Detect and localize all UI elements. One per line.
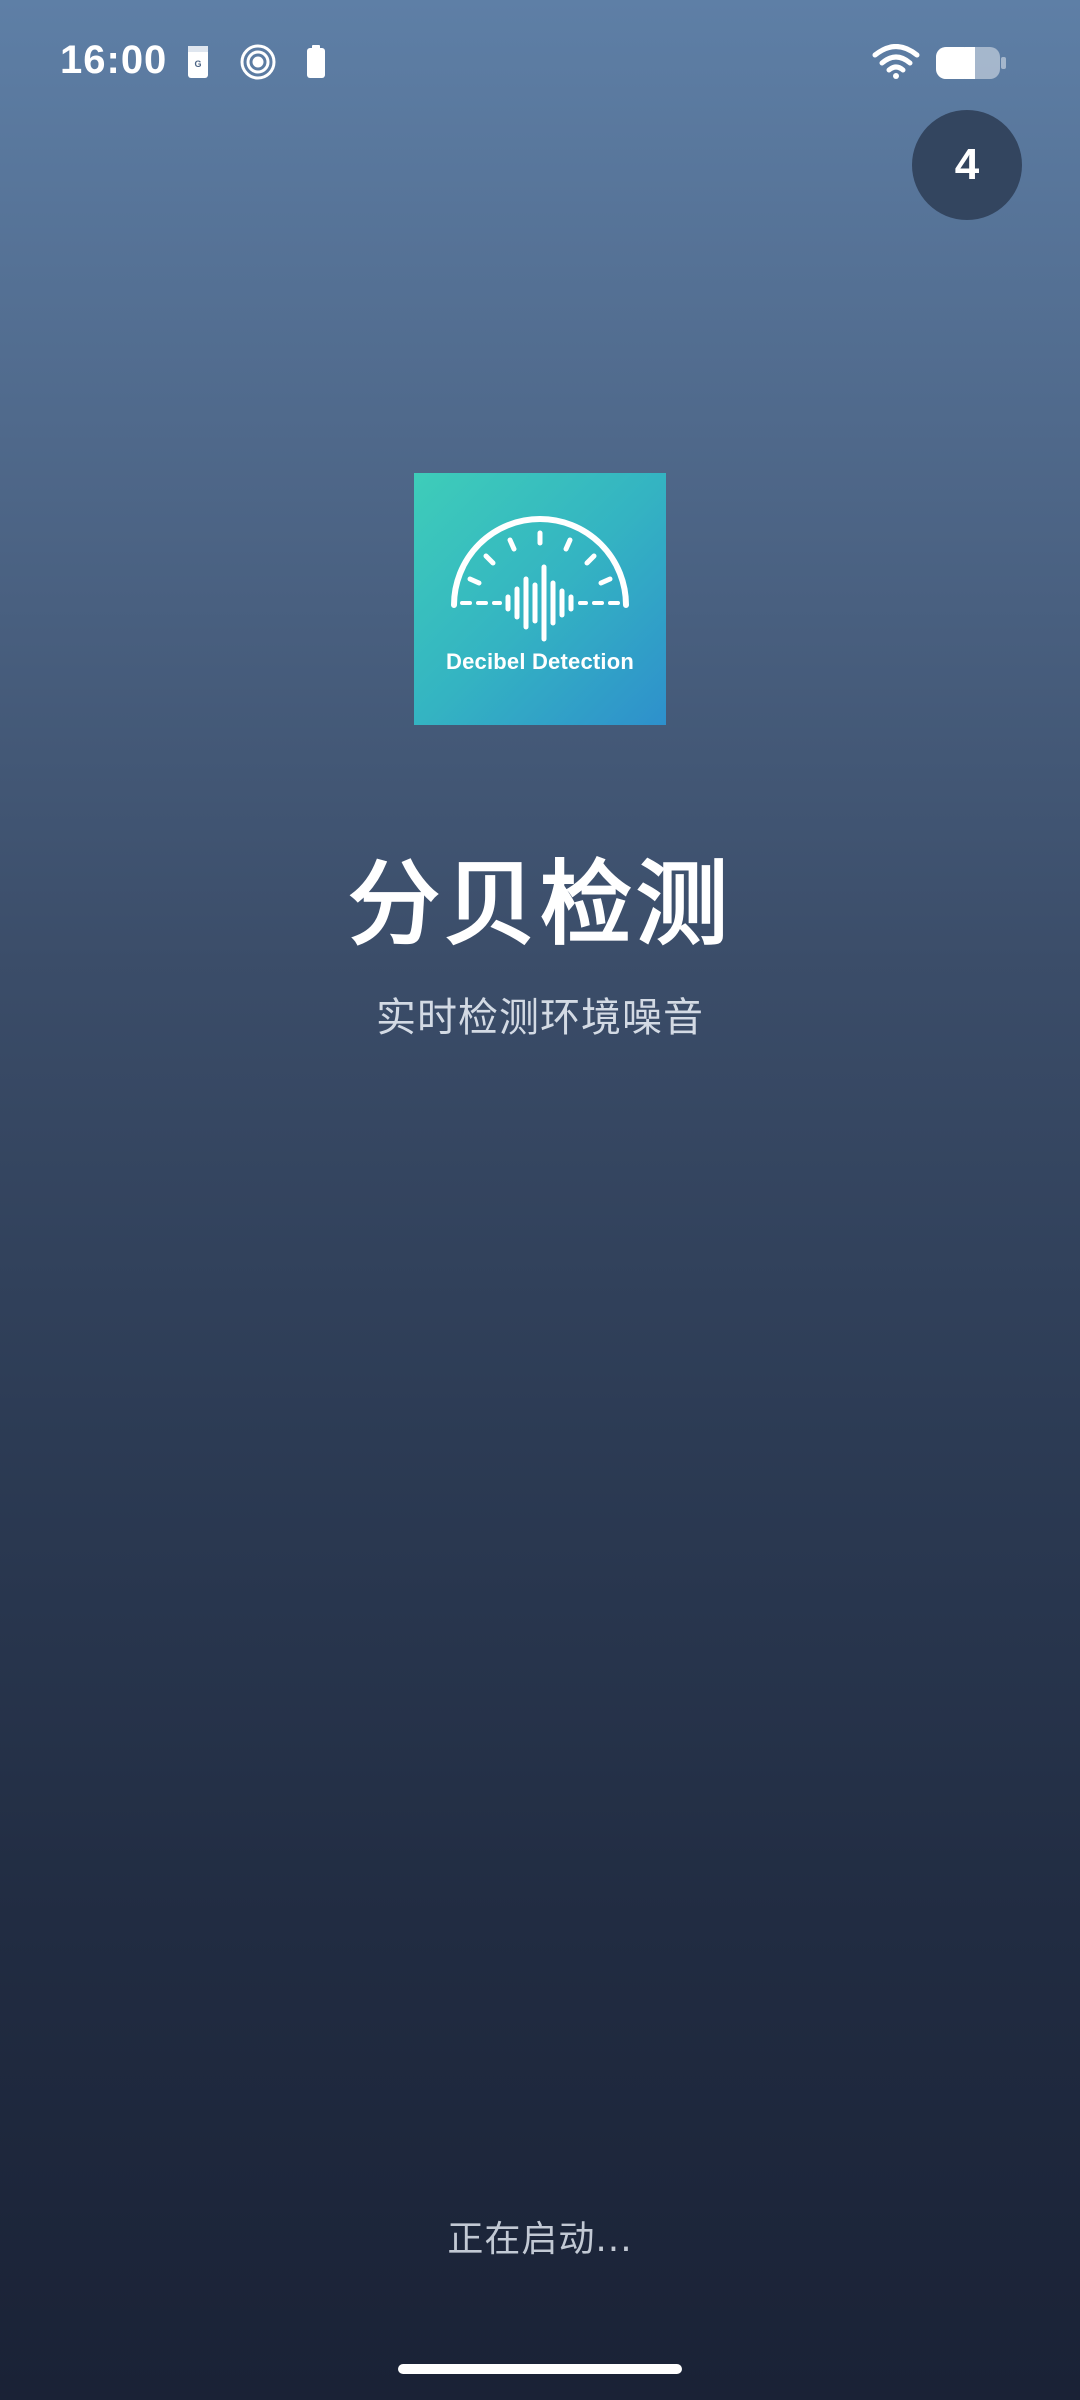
- gauge-sound-wave-icon: [451, 516, 629, 642]
- battery-small-icon: [305, 44, 327, 84]
- countdown-skip-button[interactable]: 4: [912, 110, 1022, 220]
- loading-status: 正在启动...: [447, 2219, 633, 2260]
- wifi-icon: [872, 44, 920, 84]
- home-indicator[interactable]: [398, 2364, 682, 2374]
- app-title: 分贝检测: [347, 851, 732, 958]
- app-subtitle: 实时检测环境噪音: [376, 995, 704, 1041]
- status-bar: 16:00 G: [0, 0, 1080, 130]
- sim-icon: G: [186, 44, 210, 84]
- spiral-icon: [238, 42, 278, 86]
- logo-text: Decibel Detection: [445, 649, 634, 674]
- status-time: 16:00: [60, 38, 168, 82]
- svg-text:G: G: [194, 59, 201, 69]
- battery-icon: [935, 46, 1007, 84]
- app-logo: Decibel Detection: [414, 473, 666, 725]
